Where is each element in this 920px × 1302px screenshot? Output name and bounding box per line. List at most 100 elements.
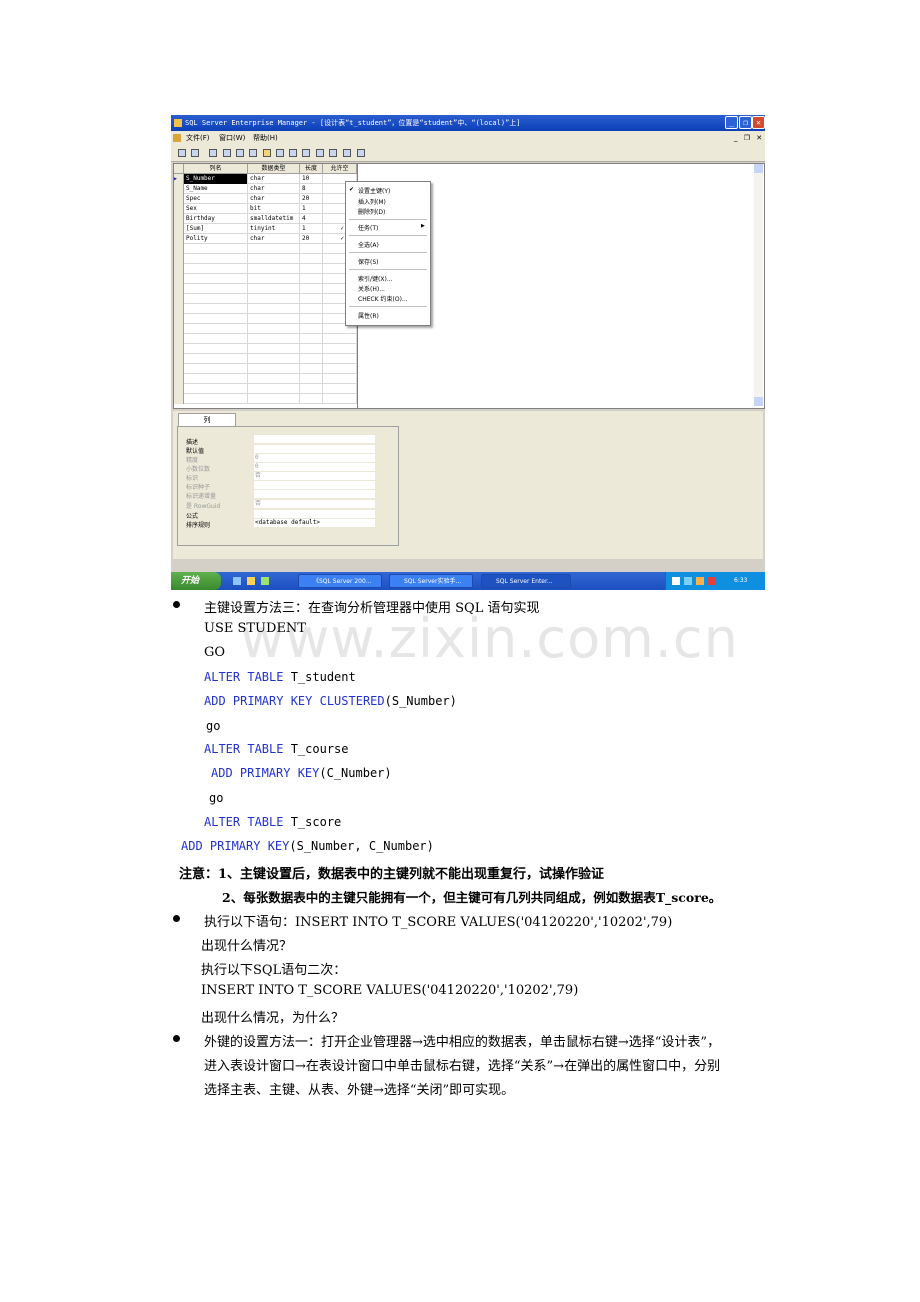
grid-cell-name[interactable] <box>184 364 248 374</box>
grid-cell-length[interactable] <box>300 314 323 324</box>
prop-value-formula[interactable] <box>254 510 375 518</box>
scroll-up-icon[interactable] <box>754 164 763 173</box>
tab-columns[interactable]: 列 <box>178 413 236 426</box>
grid-cell-name[interactable]: Spec <box>184 194 248 204</box>
task-button[interactable]: SQL Server实验手... <box>389 574 473 588</box>
grid-cell-length[interactable] <box>300 384 323 394</box>
grid-cell-name[interactable] <box>184 384 248 394</box>
menu-window[interactable]: 窗口(W) <box>219 131 245 146</box>
ctx-check-constraints[interactable]: CHECK 约束(O)... <box>358 294 408 303</box>
grid-cell-nullable[interactable] <box>323 364 357 374</box>
grid-cell-name[interactable]: S_Number <box>184 174 248 184</box>
grid-cell-name[interactable]: [Sum] <box>184 224 248 234</box>
row-selector[interactable] <box>174 394 184 404</box>
grid-cell-name[interactable] <box>184 244 248 254</box>
grid-cell-type[interactable] <box>248 304 300 314</box>
grid-cell-nullable[interactable] <box>323 354 357 364</box>
table-row[interactable]: Polity char 20 ✓ <box>174 234 357 244</box>
table-row[interactable] <box>174 354 357 364</box>
table-row[interactable]: ▶ S_Number char 10 <box>174 174 357 184</box>
grid-cell-type[interactable]: smalldatetim <box>248 214 300 224</box>
ctx-set-primary-key[interactable]: 设置主键(Y) <box>358 186 390 195</box>
table-row[interactable]: [Sum] tinyint 1 ✓ <box>174 224 357 234</box>
grid-cell-length[interactable]: 4 <box>300 214 323 224</box>
grid-cell-length[interactable]: 1 <box>300 224 323 234</box>
copy-icon[interactable] <box>223 149 231 157</box>
grid-cell-type[interactable] <box>248 324 300 334</box>
task-button-active[interactable]: SQL Server Enter... <box>481 574 571 588</box>
grid-cell-type[interactable] <box>248 284 300 294</box>
table-row[interactable] <box>174 304 357 314</box>
table-row[interactable] <box>174 314 357 324</box>
grid-cell-type[interactable] <box>248 244 300 254</box>
grid-cell-length[interactable] <box>300 334 323 344</box>
table-row[interactable] <box>174 264 357 274</box>
row-selector[interactable] <box>174 254 184 264</box>
ctx-indexes-keys[interactable]: 索引/键(X)... <box>358 274 393 283</box>
table-row[interactable]: Spec char 20 <box>174 194 357 204</box>
grid-cell-name[interactable] <box>184 294 248 304</box>
grid-cell-length[interactable] <box>300 354 323 364</box>
grid-cell-type[interactable]: char <box>248 234 300 244</box>
grid-cell-type[interactable] <box>248 394 300 404</box>
row-selector[interactable] <box>174 274 184 284</box>
grid-cell-length[interactable] <box>300 394 323 404</box>
grid-cell-length[interactable] <box>300 364 323 374</box>
scroll-down-icon[interactable] <box>754 397 763 406</box>
grid-cell-length[interactable] <box>300 374 323 384</box>
grid-cell-name[interactable] <box>184 274 248 284</box>
grid-cell-nullable[interactable] <box>323 384 357 394</box>
table-row[interactable] <box>174 364 357 374</box>
grid-cell-name[interactable]: Sex <box>184 204 248 214</box>
grid-cell-length[interactable] <box>300 244 323 254</box>
minimize-button[interactable]: _ <box>725 116 738 129</box>
key-icon[interactable] <box>263 149 271 157</box>
grid-cell-type[interactable] <box>248 364 300 374</box>
prop-value-collation[interactable]: <database default> <box>254 519 375 527</box>
quicklaunch-icon[interactable] <box>247 577 255 585</box>
row-selector[interactable] <box>174 304 184 314</box>
ctx-properties[interactable]: 属性(R) <box>358 311 379 320</box>
table-row[interactable] <box>174 274 357 284</box>
table-row[interactable] <box>174 384 357 394</box>
primary-key-icon[interactable] <box>249 149 257 157</box>
constraints-icon[interactable] <box>302 149 310 157</box>
grid-cell-name[interactable] <box>184 394 248 404</box>
table-row[interactable] <box>174 294 357 304</box>
grid-cell-nullable[interactable] <box>323 344 357 354</box>
properties-icon[interactable] <box>191 149 199 157</box>
grid-cell-name[interactable]: S_Name <box>184 184 248 194</box>
grid-cell-type[interactable] <box>248 254 300 264</box>
grid-cell-name[interactable]: Polity <box>184 234 248 244</box>
table-row[interactable] <box>174 334 357 344</box>
row-selector[interactable] <box>174 324 184 334</box>
row-selector[interactable] <box>174 234 184 244</box>
grid-cell-length[interactable] <box>300 274 323 284</box>
menu-file[interactable]: 文件(F) <box>186 131 210 146</box>
vertical-scrollbar[interactable] <box>754 164 763 406</box>
grid-cell-name[interactable] <box>184 304 248 314</box>
indexes-icon[interactable] <box>289 149 297 157</box>
grid-cell-name[interactable]: Birthday <box>184 214 248 224</box>
table-row[interactable] <box>174 284 357 294</box>
grid-cell-type[interactable]: char <box>248 174 300 184</box>
row-selector[interactable] <box>174 224 184 234</box>
grid-cell-type[interactable]: char <box>248 194 300 204</box>
grid-cell-nullable[interactable] <box>323 334 357 344</box>
grid-cell-type[interactable] <box>248 264 300 274</box>
ctx-select-all[interactable]: 全选(A) <box>358 240 379 249</box>
table-row[interactable] <box>174 254 357 264</box>
grid-cell-type[interactable] <box>248 344 300 354</box>
grid-cell-type[interactable]: char <box>248 184 300 194</box>
row-selector[interactable] <box>174 214 184 224</box>
grid-cell-nullable[interactable] <box>323 374 357 384</box>
grid-cell-type[interactable] <box>248 384 300 394</box>
grid-cell-type[interactable] <box>248 374 300 384</box>
row-selector[interactable] <box>174 244 184 254</box>
close-button[interactable]: ✕ <box>752 116 765 129</box>
paste-icon[interactable] <box>236 149 244 157</box>
table-row[interactable]: S_Name char 8 <box>174 184 357 194</box>
grid-cell-type[interactable] <box>248 334 300 344</box>
row-selector[interactable] <box>174 204 184 214</box>
grid-cell-name[interactable] <box>184 324 248 334</box>
